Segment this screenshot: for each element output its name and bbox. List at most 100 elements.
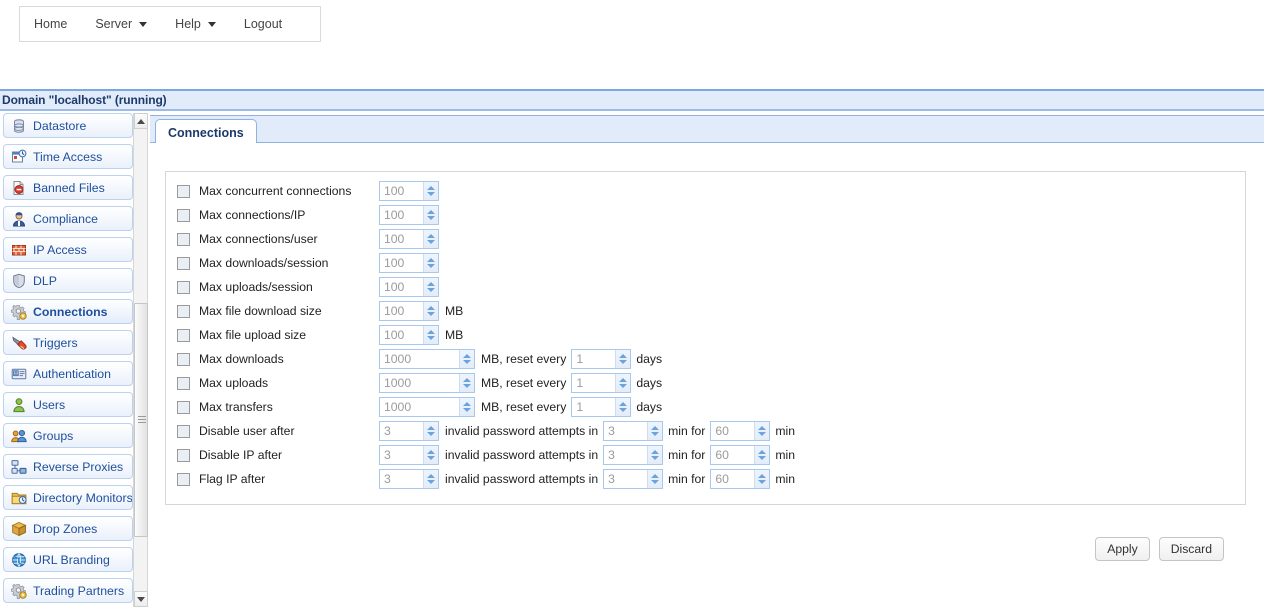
spinner-up-icon[interactable] [427, 474, 435, 478]
spinner-buttons[interactable] [423, 206, 438, 224]
spinner-down-icon[interactable] [619, 408, 628, 412]
spinner-buttons[interactable] [754, 446, 770, 464]
spinner-buttons[interactable] [754, 422, 770, 440]
spinner-down-icon[interactable] [651, 480, 660, 484]
spinner-primary[interactable]: 100 [379, 253, 439, 273]
sidebar-item-triggers[interactable]: Triggers [3, 330, 133, 355]
spinner-value[interactable]: 100 [380, 182, 423, 200]
spinner-buttons[interactable] [615, 398, 631, 416]
checkbox-max-uploads-session[interactable] [177, 280, 190, 294]
spinner-down-icon[interactable] [427, 240, 435, 244]
spinner-up-icon[interactable] [758, 450, 767, 454]
spinner-primary[interactable]: 1000 [379, 397, 475, 417]
spinner-down-icon[interactable] [619, 360, 628, 364]
spinner-buttons[interactable] [423, 446, 438, 464]
discard-button[interactable]: Discard [1158, 537, 1224, 561]
spinner-up-icon[interactable] [758, 426, 767, 430]
checkbox-max-concurrent-connections[interactable] [177, 184, 190, 198]
spinner-down-icon[interactable] [427, 480, 435, 484]
checkbox-flag-ip-after[interactable] [177, 472, 190, 486]
spinner-up-icon[interactable] [427, 258, 435, 262]
spinner-up-icon[interactable] [651, 426, 660, 430]
spinner-up-icon[interactable] [427, 426, 435, 430]
spinner-value[interactable]: 1 [572, 374, 616, 392]
spinner-up-icon[interactable] [427, 210, 435, 214]
spinner-down-icon[interactable] [427, 432, 435, 436]
spinner-primary[interactable]: 1000 [379, 349, 475, 369]
spinner-down-icon[interactable] [427, 216, 435, 220]
spinner-value[interactable]: 1000 [380, 350, 459, 368]
scroll-down-button[interactable] [134, 591, 148, 607]
menu-item-home[interactable]: Home [20, 7, 81, 41]
spinner-tertiary[interactable]: 60 [710, 421, 771, 441]
sidebar-scrollbar[interactable] [133, 113, 148, 607]
spinner-up-icon[interactable] [427, 330, 435, 334]
spinner-up-icon[interactable] [463, 378, 471, 382]
spinner-down-icon[interactable] [463, 408, 471, 412]
spinner-down-icon[interactable] [651, 456, 660, 460]
spinner-value[interactable]: 1000 [380, 398, 459, 416]
checkbox-max-connections-ip[interactable] [177, 208, 190, 222]
spinner-buttons[interactable] [647, 422, 663, 440]
spinner-secondary[interactable]: 3 [603, 469, 664, 489]
sidebar-item-dlp[interactable]: DLP [3, 268, 133, 293]
sidebar-item-groups[interactable]: Groups [3, 423, 133, 448]
spinner-value[interactable]: 1 [572, 398, 616, 416]
spinner-value[interactable]: 100 [380, 326, 423, 344]
spinner-value[interactable]: 3 [604, 446, 648, 464]
spinner-down-icon[interactable] [619, 384, 628, 388]
spinner-down-icon[interactable] [427, 312, 435, 316]
checkbox-max-uploads[interactable] [177, 376, 190, 390]
spinner-up-icon[interactable] [651, 450, 660, 454]
sidebar-item-reverse-proxies[interactable]: Reverse Proxies [3, 454, 133, 479]
spinner-up-icon[interactable] [427, 282, 435, 286]
spinner-down-icon[interactable] [651, 432, 660, 436]
checkbox-disable-ip-after[interactable] [177, 448, 190, 462]
sidebar-item-banned-files[interactable]: Banned Files [3, 175, 133, 200]
spinner-primary[interactable]: 100 [379, 277, 439, 297]
spinner-primary[interactable]: 100 [379, 181, 439, 201]
spinner-primary[interactable]: 100 [379, 205, 439, 225]
spinner-up-icon[interactable] [651, 474, 660, 478]
spinner-secondary[interactable]: 1 [571, 397, 632, 417]
spinner-value[interactable]: 100 [380, 278, 423, 296]
spinner-buttons[interactable] [459, 398, 474, 416]
spinner-down-icon[interactable] [758, 480, 767, 484]
spinner-down-icon[interactable] [427, 336, 435, 340]
spinner-value[interactable]: 60 [711, 446, 755, 464]
spinner-value[interactable]: 3 [380, 422, 423, 440]
spinner-buttons[interactable] [423, 230, 438, 248]
spinner-primary[interactable]: 3 [379, 469, 439, 489]
spinner-secondary[interactable]: 1 [571, 373, 632, 393]
spinner-up-icon[interactable] [619, 354, 628, 358]
spinner-buttons[interactable] [423, 326, 438, 344]
sidebar-item-drop-zones[interactable]: Drop Zones [3, 516, 133, 541]
tab-connections[interactable]: Connections [155, 119, 257, 145]
spinner-down-icon[interactable] [427, 264, 435, 268]
spinner-buttons[interactable] [615, 350, 631, 368]
spinner-secondary[interactable]: 3 [603, 421, 664, 441]
checkbox-max-downloads[interactable] [177, 352, 190, 366]
spinner-up-icon[interactable] [463, 354, 471, 358]
spinner-secondary[interactable]: 3 [603, 445, 664, 465]
spinner-tertiary[interactable]: 60 [710, 469, 771, 489]
spinner-value[interactable]: 1000 [380, 374, 459, 392]
spinner-buttons[interactable] [459, 350, 474, 368]
sidebar-item-connections[interactable]: Connections [3, 299, 133, 324]
spinner-up-icon[interactable] [427, 234, 435, 238]
spinner-up-icon[interactable] [427, 450, 435, 454]
spinner-up-icon[interactable] [427, 186, 435, 190]
spinner-buttons[interactable] [423, 302, 438, 320]
checkbox-max-file-download-size[interactable] [177, 304, 190, 318]
spinner-value[interactable]: 100 [380, 302, 423, 320]
sidebar-item-time-access[interactable]: Time Access [3, 144, 133, 169]
spinner-value[interactable]: 100 [380, 230, 423, 248]
sidebar-item-ip-access[interactable]: IP Access [3, 237, 133, 262]
spinner-buttons[interactable] [423, 470, 438, 488]
spinner-secondary[interactable]: 1 [571, 349, 632, 369]
spinner-up-icon[interactable] [427, 306, 435, 310]
scroll-up-button[interactable] [134, 113, 148, 129]
spinner-up-icon[interactable] [463, 402, 471, 406]
menu-item-server[interactable]: Server [81, 7, 161, 41]
spinner-buttons[interactable] [647, 470, 663, 488]
